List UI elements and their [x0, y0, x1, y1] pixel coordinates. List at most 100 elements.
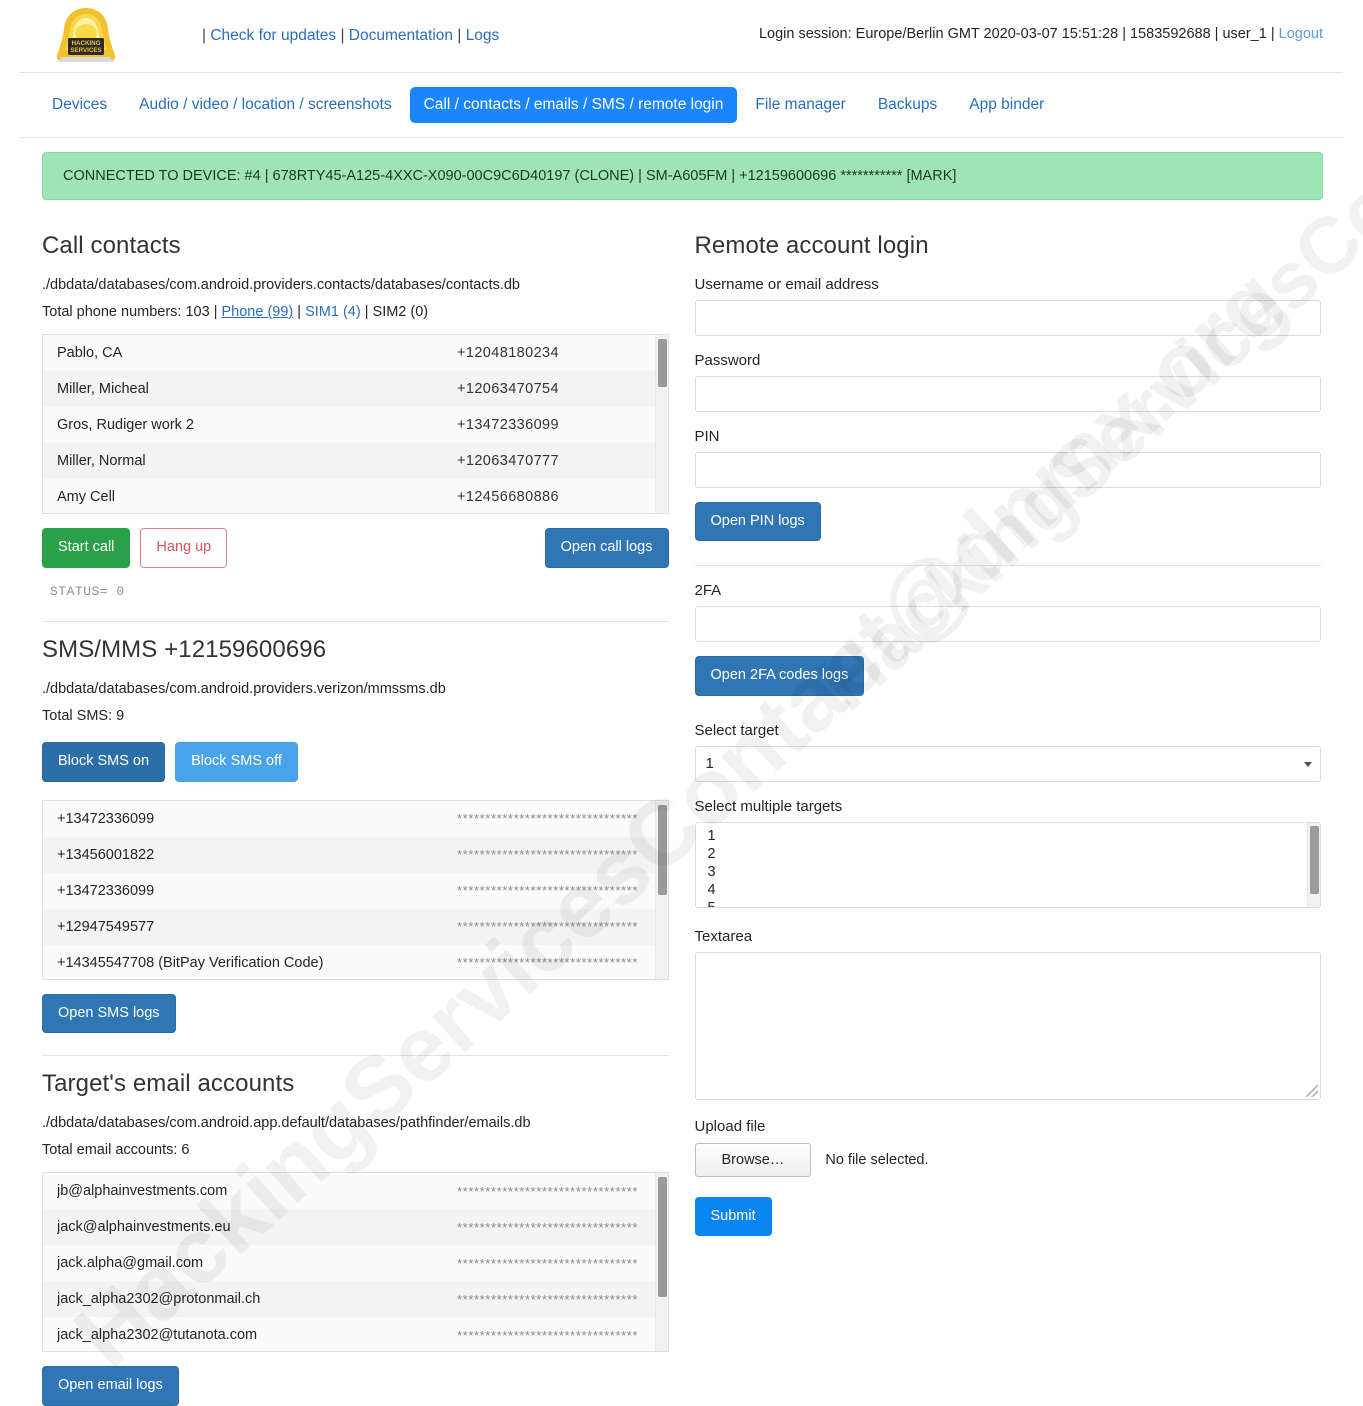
scrollbar-thumb[interactable]: [657, 1177, 667, 1298]
svg-text:HACKING: HACKING: [72, 40, 101, 47]
twofa-label: 2FA: [694, 582, 722, 600]
link-sim1-count[interactable]: SIM1 (4): [305, 304, 361, 320]
email-address: jb@alphainvestments.com: [57, 1183, 228, 1200]
counts-sep-1: |: [297, 304, 302, 321]
list-item[interactable]: 3: [708, 863, 1321, 881]
password-input[interactable]: [694, 376, 1321, 412]
sms-number: +12947549577: [57, 918, 155, 935]
upload-file-label: Upload file: [694, 1117, 766, 1135]
table-row[interactable]: +13472336099 ***************************…: [43, 800, 668, 837]
scrollbar-thumb[interactable]: [657, 804, 667, 895]
table-row[interactable]: jb@alphainvestments.com ****************…: [43, 1173, 668, 1210]
sms-number: +13456001822: [57, 846, 155, 863]
table-row[interactable]: Gros, Rudiger work 2 +13472336099: [43, 407, 668, 444]
email-logs-actions: Open email logs: [42, 1366, 669, 1406]
browse-button[interactable]: Browse…: [694, 1142, 812, 1177]
table-row[interactable]: +13472336099 ***************************…: [43, 872, 668, 909]
hang-up-button[interactable]: Hang up: [140, 528, 228, 568]
submit-button[interactable]: Submit: [694, 1196, 772, 1237]
call-contacts-counts: Total phone numbers: 103 | Phone (99) | …: [42, 301, 669, 324]
table-row[interactable]: +13456001822 ***************************…: [43, 836, 668, 873]
open-call-logs-button[interactable]: Open call logs: [544, 528, 669, 568]
content-columns: Call contacts ./dbdata/databases/com.and…: [20, 200, 1343, 1406]
message-textarea[interactable]: [694, 951, 1321, 1100]
resize-grip-icon[interactable]: [1306, 1084, 1318, 1097]
main-nav: Devices Audio / video / location / scree…: [38, 73, 1343, 137]
sms-block-actions: Block SMS on Block SMS off: [42, 742, 669, 782]
list-item[interactable]: 5: [708, 899, 1321, 907]
table-row[interactable]: +14345547708 (BitPay Verification Code) …: [43, 944, 668, 979]
select-target-label: Select target: [694, 721, 779, 739]
start-call-button[interactable]: Start call: [42, 528, 131, 568]
sim2-count: SIM2 (0): [372, 304, 429, 321]
link-phone-count[interactable]: Phone (99): [222, 304, 294, 320]
nav-item-call-contacts-emails-sms-remote-login[interactable]: Call / contacts / emails / SMS / remote …: [409, 87, 738, 123]
call-actions: Start call Hang up Open call logs: [42, 528, 669, 568]
top-links: | Check for updates | Documentation | Lo…: [202, 27, 499, 45]
nav-item-devices[interactable]: Devices: [38, 87, 121, 123]
top-link-sep-2: |: [453, 27, 466, 44]
call-contacts-db-path: ./dbdata/databases/com.android.providers…: [42, 277, 520, 293]
sms-title: SMS/MMS +12159600696: [42, 635, 327, 663]
table-row[interactable]: Miller, Normal +12063470777: [43, 443, 668, 480]
open-sms-logs-button[interactable]: Open SMS logs: [42, 993, 176, 1033]
emails-total: Total email accounts: 6: [42, 1142, 190, 1159]
table-row[interactable]: jack_alpha2302@protonmail.ch ***********…: [43, 1281, 668, 1318]
sms-scrollbar[interactable]: [654, 800, 668, 979]
list-item[interactable]: 2: [708, 845, 1321, 863]
nav-item-app-binder[interactable]: App binder: [955, 87, 1058, 123]
remote-login-title: Remote account login: [694, 232, 929, 259]
emails-scrollbar[interactable]: [654, 1173, 668, 1352]
open-pin-logs-button[interactable]: Open PIN logs: [694, 502, 821, 542]
table-row[interactable]: jack_alpha2302@tutanota.com ************…: [43, 1317, 668, 1352]
table-row[interactable]: Miller, Micheal +12063470754: [43, 371, 668, 408]
select-multiple-label: Select multiple targets: [694, 797, 843, 815]
link-logs[interactable]: Logs: [466, 27, 500, 44]
open-2fa-codes-logs-button[interactable]: Open 2FA codes logs: [694, 656, 865, 696]
contact-name: Miller, Normal: [57, 453, 146, 470]
left-column: Call contacts ./dbdata/databases/com.and…: [42, 218, 669, 1406]
sms-number: +13472336099: [57, 810, 155, 827]
site-logo[interactable]: HACKING SERVICES: [48, 5, 124, 67]
call-contacts-scrollbar[interactable]: [654, 335, 668, 514]
list-item[interactable]: 1: [708, 827, 1321, 845]
list-item[interactable]: 4: [708, 881, 1321, 899]
link-check-for-updates[interactable]: Check for updates: [210, 27, 336, 44]
call-contacts-title: Call contacts: [42, 232, 181, 259]
table-row[interactable]: jack.alpha@gmail.com *******************…: [43, 1245, 668, 1282]
nav-item-audio-video-location-screenshots[interactable]: Audio / video / location / screenshots: [125, 87, 405, 123]
sms-list[interactable]: +13472336099 ***************************…: [42, 799, 669, 980]
select-target-value: 1: [705, 755, 714, 773]
upload-file-row: Browse… No file selected.: [694, 1142, 1322, 1177]
nav-item-backups[interactable]: Backups: [864, 87, 951, 123]
select-multiple-targets-listbox[interactable]: 1 2 3 4 5: [694, 821, 1321, 908]
table-row[interactable]: +12947549577 ***************************…: [43, 908, 668, 945]
email-password: ********************************: [457, 1183, 639, 1199]
scrollbar-thumb[interactable]: [1310, 825, 1319, 894]
counts-sep-2: |: [364, 304, 369, 321]
call-contacts-list[interactable]: Pablo, CA +12048180234 Miller, Micheal +…: [42, 334, 669, 515]
email-address: jack.alpha@gmail.com: [57, 1255, 204, 1272]
call-status-text: STATUS= 0: [50, 583, 125, 599]
textarea-label: Textarea: [694, 927, 753, 945]
no-file-selected-text: No file selected.: [825, 1151, 929, 1168]
pin-input[interactable]: [694, 452, 1321, 488]
username-input[interactable]: [694, 300, 1321, 336]
submit-actions: Submit: [694, 1196, 1322, 1237]
table-row[interactable]: Amy Cell +12456680886: [43, 479, 668, 514]
top-link-sep-1: |: [336, 27, 349, 44]
nav-item-file-manager[interactable]: File manager: [741, 87, 859, 123]
select-target-dropdown[interactable]: 1: [694, 745, 1321, 782]
twofa-input[interactable]: [694, 606, 1321, 643]
table-row[interactable]: jack@alphainvestments.eu ***************…: [43, 1209, 668, 1246]
open-email-logs-button[interactable]: Open email logs: [42, 1366, 179, 1406]
table-row[interactable]: Pablo, CA +12048180234: [43, 335, 668, 372]
block-sms-on-button[interactable]: Block SMS on: [42, 742, 166, 782]
contact-name: Gros, Rudiger work 2: [57, 417, 194, 434]
link-documentation[interactable]: Documentation: [349, 27, 453, 44]
scrollbar-thumb[interactable]: [657, 339, 667, 388]
email-accounts-list[interactable]: jb@alphainvestments.com ****************…: [42, 1172, 669, 1353]
multi-select-scrollbar[interactable]: [1307, 822, 1320, 907]
logout-link[interactable]: Logout: [1279, 26, 1323, 42]
block-sms-off-button[interactable]: Block SMS off: [175, 742, 298, 782]
